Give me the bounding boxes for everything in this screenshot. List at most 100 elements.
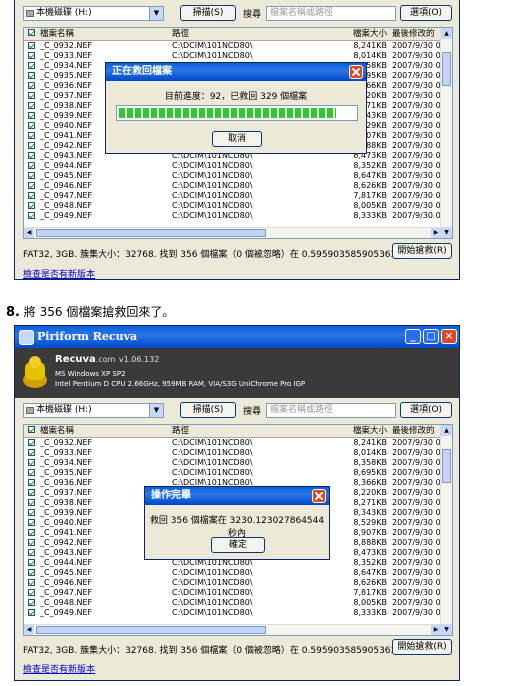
table-row[interactable]: _C_0947.NEF C:\DCIM\101NCD80\ 7,817KB 2007/…	[24, 588, 452, 598]
drive-select[interactable]: 本機磁碟 (H:) ▼	[23, 403, 164, 418]
scan-button[interactable]: 掃描(S)	[180, 5, 236, 21]
row-checkbox[interactable]	[28, 182, 35, 189]
close-icon[interactable]	[349, 65, 363, 79]
scroll-right-icon[interactable]: ▶	[431, 228, 441, 238]
row-checkbox[interactable]	[28, 72, 35, 79]
row-checkbox[interactable]	[28, 142, 35, 149]
table-row[interactable]: _C_0946.NEF C:\DCIM\101NCD80\ 8,626KB 2007/…	[24, 181, 452, 191]
row-checkbox[interactable]	[28, 459, 35, 466]
row-checkbox[interactable]	[28, 112, 35, 119]
search-input[interactable]: 檔案名稱或路徑	[266, 403, 396, 418]
row-checkbox[interactable]	[28, 589, 35, 596]
search-input[interactable]: 檔案名稱或路徑	[266, 6, 396, 21]
scroll-thumb[interactable]	[442, 449, 451, 483]
row-checkbox[interactable]	[28, 609, 35, 616]
progress-bar	[116, 105, 358, 121]
recover-button[interactable]: 開始搶救(R)	[392, 639, 452, 655]
select-all-checkbox[interactable]	[28, 29, 35, 36]
row-checkbox[interactable]	[28, 439, 35, 446]
col-size-header[interactable]: 檔案大小	[329, 28, 387, 40]
table-row[interactable]: _C_0934.NEFC:\DCIM\101NCD80\8,358KB2007/…	[24, 458, 452, 468]
scroll-thumb[interactable]	[442, 52, 451, 86]
select-all-checkbox[interactable]	[28, 426, 35, 433]
scroll-up-icon[interactable]: ▲	[441, 28, 452, 39]
vertical-scrollbar[interactable]: ▲ ▼	[440, 28, 452, 238]
table-row[interactable]: _C_0944.NEF C:\DCIM\101NCD80\ 8,352KB 2007/…	[24, 161, 452, 171]
minimize-icon[interactable]: _	[405, 329, 421, 344]
row-checkbox[interactable]	[28, 52, 35, 59]
row-checkbox[interactable]	[28, 499, 35, 506]
col-name-header[interactable]: 檔案名稱	[40, 28, 170, 40]
table-row[interactable]: _C_0945.NEF C:\DCIM\101NCD80\ 8,647KB 2007/…	[24, 568, 452, 578]
row-checkbox[interactable]	[28, 62, 35, 69]
close-icon[interactable]	[312, 489, 326, 503]
row-checkbox[interactable]	[28, 202, 35, 209]
vertical-scrollbar[interactable]: ▲ ▼	[440, 425, 452, 635]
hscroll-thumb[interactable]	[36, 229, 266, 237]
col-size-header[interactable]: 檔案大小	[329, 425, 387, 437]
row-checkbox[interactable]	[28, 152, 35, 159]
table-row[interactable]: _C_0949.NEF C:\DCIM\101NCD80\ 8,333KB 2007/…	[24, 211, 452, 221]
row-checkbox[interactable]	[28, 212, 35, 219]
table-row[interactable]: _C_0932.NEF C:\DCIM\101NCD80\ 8,241KB 2007/…	[24, 438, 452, 448]
table-row[interactable]: _C_0947.NEF C:\DCIM\101NCD80\ 7,817KB 2007/…	[24, 191, 452, 201]
row-checkbox[interactable]	[28, 599, 35, 606]
row-checkbox[interactable]	[28, 92, 35, 99]
options-button[interactable]: 選項(O)	[400, 5, 452, 21]
check-update-link[interactable]: 檢查是否有新版本	[23, 662, 95, 675]
row-checkbox[interactable]	[28, 529, 35, 536]
row-checkbox[interactable]	[28, 102, 35, 109]
table-row[interactable]: _C_0933.NEF C:\DCIM\101NCD80\ 8,014KB 2007/…	[24, 448, 452, 458]
maximize-icon[interactable]: □	[423, 329, 439, 344]
chevron-down-icon[interactable]: ▼	[149, 404, 163, 417]
table-row[interactable]: _C_0935.NEFC:\DCIM\101NCD80\8,695KB2007/…	[24, 468, 452, 478]
table-row[interactable]: _C_0949.NEF C:\DCIM\101NCD80\ 8,333KB 2007/…	[24, 608, 452, 618]
recover-button[interactable]: 開始搶救(R)	[392, 243, 452, 259]
check-update-link[interactable]: 檢查是否有新版本	[23, 267, 95, 280]
chevron-down-icon[interactable]: ▼	[149, 7, 163, 20]
row-checkbox[interactable]	[28, 509, 35, 516]
row-checkbox[interactable]	[28, 82, 35, 89]
file-size: 8,343KB	[353, 508, 387, 517]
row-checkbox[interactable]	[28, 569, 35, 576]
row-checkbox[interactable]	[28, 549, 35, 556]
row-checkbox[interactable]	[28, 162, 35, 169]
row-checkbox[interactable]	[28, 122, 35, 129]
scroll-down-icon[interactable]: ▼	[441, 624, 452, 635]
row-checkbox[interactable]	[28, 479, 35, 486]
scroll-down-icon[interactable]: ▼	[441, 227, 452, 238]
row-checkbox[interactable]	[28, 559, 35, 566]
table-row[interactable]: _C_0948.NEF C:\DCIM\101NCD80\ 8,005KB 2007/…	[24, 598, 452, 608]
options-button[interactable]: 選項(O)	[400, 402, 452, 418]
row-checkbox[interactable]	[28, 489, 35, 496]
row-checkbox[interactable]	[28, 579, 35, 586]
scroll-up-icon[interactable]: ▲	[441, 425, 452, 436]
row-checkbox[interactable]	[28, 519, 35, 526]
horizontal-scrollbar[interactable]: ◀ ▶	[24, 227, 441, 238]
scroll-right-icon[interactable]: ▶	[431, 625, 441, 635]
ok-button[interactable]: 確定	[211, 537, 265, 553]
scroll-left-icon[interactable]: ◀	[24, 625, 34, 635]
table-row[interactable]: _C_0932.NEF C:\DCIM\101NCD80\ 8,241KB 2007/…	[24, 41, 452, 51]
hscroll-thumb[interactable]	[36, 626, 266, 634]
scan-button[interactable]: 掃描(S)	[180, 402, 236, 418]
horizontal-scrollbar[interactable]: ◀ ▶	[24, 624, 441, 635]
drive-select[interactable]: 本機磁碟 (H:) ▼	[23, 6, 164, 21]
row-checkbox[interactable]	[28, 172, 35, 179]
row-checkbox[interactable]	[28, 42, 35, 49]
table-row[interactable]: _C_0933.NEF C:\DCIM\101NCD80\ 8,014KB 2007/…	[24, 51, 452, 61]
cancel-button[interactable]: 取消	[212, 131, 262, 147]
row-checkbox[interactable]	[28, 449, 35, 456]
table-row[interactable]: _C_0948.NEF C:\DCIM\101NCD80\ 8,005KB 2007/…	[24, 201, 452, 211]
col-path-header[interactable]: 路徑	[172, 28, 189, 40]
row-checkbox[interactable]	[28, 132, 35, 139]
scroll-left-icon[interactable]: ◀	[24, 228, 34, 238]
row-checkbox[interactable]	[28, 469, 35, 476]
col-name-header[interactable]: 檔案名稱	[40, 425, 170, 437]
row-checkbox[interactable]	[28, 192, 35, 199]
table-row[interactable]: _C_0945.NEF C:\DCIM\101NCD80\ 8,647KB 2007/…	[24, 171, 452, 181]
close-window-icon[interactable]: ×	[441, 329, 457, 344]
table-row[interactable]: _C_0946.NEF C:\DCIM\101NCD80\ 8,626KB 2007/…	[24, 578, 452, 588]
row-checkbox[interactable]	[28, 539, 35, 546]
col-path-header[interactable]: 路徑	[172, 425, 189, 437]
